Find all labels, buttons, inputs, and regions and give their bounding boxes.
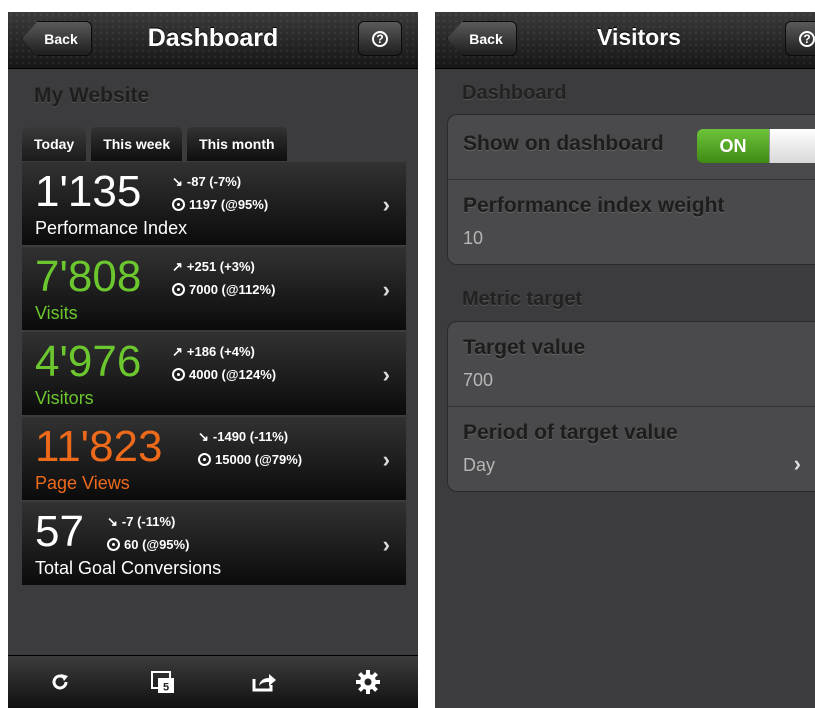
metric-target: 15000 (@79%) (215, 452, 303, 467)
metric-row-visits[interactable]: 7'808 ↗ +251 (+3%) 7000 (@112%) Visits › (22, 247, 406, 330)
target-icon (198, 453, 211, 466)
navigation-bar: Back Visitors ? (435, 12, 815, 69)
section-header-metric-target: Metric target (462, 288, 583, 310)
period-label: Period of target value (463, 421, 678, 444)
settings-button[interactable] (352, 668, 384, 696)
navigation-bar: Back Dashboard ? (8, 12, 418, 69)
gear-icon (356, 670, 380, 694)
target-icon (172, 283, 185, 296)
target-value: 700 (463, 370, 494, 390)
share-button[interactable] (248, 668, 280, 696)
calendar-button[interactable]: 5 (147, 668, 179, 696)
trend-up-icon: ↗ (172, 259, 183, 274)
metric-value: 1'135 (35, 167, 142, 216)
metric-target: 1197 (@95%) (189, 197, 269, 212)
metric-row-performance-index[interactable]: 1'135 ↘ -87 (-7%) 1197 (@95%) Performance… (22, 162, 406, 245)
share-icon (252, 674, 276, 692)
metrics-list: 1'135 ↘ -87 (-7%) 1197 (@95%) Performance… (22, 162, 406, 587)
target-icon (107, 538, 120, 551)
trend-down-icon: ↘ (198, 429, 209, 444)
metric-value: 11'823 (35, 422, 163, 471)
metric-row-page-views[interactable]: 11'823 ↘ -1490 (-11%) 15000 (@79%) Page V… (22, 417, 406, 500)
site-title: My Website (34, 84, 150, 107)
target-icon (172, 368, 185, 381)
period-value: Day (463, 455, 496, 475)
performance-index-weight-row[interactable]: Performance index weight 10 (448, 180, 815, 264)
metric-target: 4000 (@124%) (189, 367, 277, 382)
metric-row-goal-conversions[interactable]: 57 ↘ -7 (-11%) 60 (@95%) Total Goal Conve… (22, 502, 406, 585)
metric-change: -1490 (-11%) (212, 429, 289, 444)
metric-value: 7'808 (35, 252, 142, 301)
tab-today[interactable]: Today (22, 127, 87, 161)
target-icon (172, 198, 185, 211)
trend-up-icon: ↗ (172, 344, 183, 359)
metric-name: Performance Index (35, 218, 188, 238)
performance-index-weight-label: Performance index weight (463, 194, 725, 217)
metric-value: 4'976 (35, 337, 142, 386)
metric-target: 60 (@95%) (124, 537, 190, 552)
chevron-right-icon: › (382, 362, 390, 387)
metric-name: Visitors (35, 388, 94, 408)
show-on-dashboard-row: Show on dashboard ON (448, 115, 815, 180)
trend-down-icon: ↘ (107, 514, 118, 529)
show-on-dashboard-toggle[interactable]: ON (697, 129, 815, 163)
target-value-row[interactable]: Target value 700 (448, 322, 815, 407)
metric-target-group: Target value 700 Period of target value … (447, 321, 815, 492)
dashboard-settings-group: Show on dashboard ON Performance index w… (447, 114, 815, 265)
metric-target: 7000 (@112%) (189, 282, 276, 297)
period-of-target-value-row[interactable]: Period of target value Day › (448, 407, 815, 491)
metric-stats: ↘ -87 (-7%) 1197 (@95%) (172, 170, 268, 216)
metric-name: Page Views (35, 473, 130, 493)
metric-stats: ↗ +251 (+3%) 7000 (@112%) (172, 255, 275, 301)
help-button[interactable]: ? (358, 21, 402, 56)
section-header-dashboard: Dashboard (462, 82, 567, 104)
calendar-day: 5 (163, 682, 169, 694)
metric-stats: ↘ -7 (-11%) 60 (@95%) (107, 510, 189, 556)
show-on-dashboard-label: Show on dashboard (463, 132, 664, 155)
period-tabs: Today This week This month (22, 127, 287, 161)
help-button[interactable]: ? (785, 21, 815, 56)
target-value-label: Target value (463, 336, 586, 359)
tab-this-month[interactable]: This month (187, 127, 287, 161)
metric-stats: ↗ +186 (+4%) 4000 (@124%) (172, 340, 276, 386)
metric-name: Visits (35, 303, 78, 323)
metric-row-visitors[interactable]: 4'976 ↗ +186 (+4%) 4000 (@124%) Visitors … (22, 332, 406, 415)
toggle-on-label: ON (697, 129, 769, 163)
metric-stats: ↘ -1490 (-11%) 15000 (@79%) (198, 425, 302, 471)
metric-change: +186 (+4%) (186, 344, 255, 359)
dashboard-screen: Back Dashboard ? My Website Today This w… (8, 12, 418, 708)
help-icon: ? (799, 30, 815, 47)
chevron-right-icon: › (382, 192, 390, 217)
chevron-right-icon: › (382, 447, 390, 472)
visitors-settings-screen: Back Visitors ? Dashboard Show on dashbo… (435, 12, 815, 708)
page-title: Visitors (597, 24, 681, 50)
metric-change: -87 (-7%) (186, 174, 242, 189)
metric-name: Total Goal Conversions (35, 558, 222, 578)
help-icon: ? (372, 30, 388, 47)
tab-this-week[interactable]: This week (91, 127, 183, 161)
metric-change: -7 (-11%) (121, 514, 176, 529)
bottom-toolbar: 5 (8, 655, 418, 708)
refresh-button[interactable] (44, 668, 76, 696)
toggle-knob (769, 129, 815, 163)
trend-down-icon: ↘ (172, 174, 183, 189)
page-title: Dashboard (147, 24, 279, 52)
performance-index-weight-value: 10 (463, 228, 484, 248)
chevron-right-icon: › (382, 532, 390, 557)
chevron-right-icon: › (793, 451, 801, 476)
calendar-icon: 5 (151, 671, 174, 694)
metric-value: 57 (35, 507, 84, 556)
chevron-right-icon: › (382, 277, 390, 302)
refresh-icon (52, 674, 68, 690)
metric-change: +251 (+3%) (186, 259, 255, 274)
